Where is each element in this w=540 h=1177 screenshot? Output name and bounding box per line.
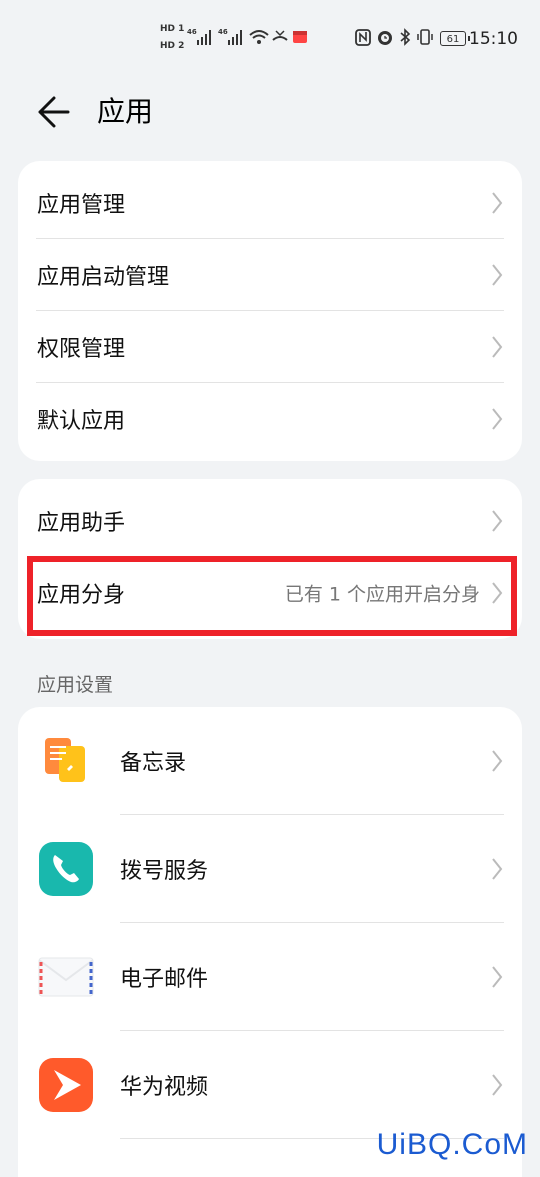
app-management-item[interactable]: 应用管理 (18, 167, 522, 239)
phone-icon (39, 842, 93, 896)
video-icon (39, 1058, 93, 1112)
watermark: UiBQ.CoM (376, 1128, 528, 1161)
alarm-icon (378, 31, 392, 45)
back-arrow-icon (38, 96, 70, 128)
item-label: 权限管理 (37, 337, 126, 362)
app-label: 拨号服务 (120, 859, 209, 884)
highlight-box (27, 556, 517, 636)
chevron-right-icon (492, 1074, 503, 1096)
status-time: 15:10 (469, 29, 518, 49)
chevron-right-icon (492, 408, 503, 430)
mail-icon (38, 957, 94, 997)
battery-indicator: 61 (440, 31, 470, 46)
app-label: 华为视频 (120, 1075, 209, 1100)
app-label: 电子邮件 (120, 967, 209, 992)
nfc-icon (355, 29, 371, 46)
app-item-email[interactable]: 电子邮件 (18, 923, 522, 1031)
app-settings-card: 备忘录 拨号服务 电子邮件 华为视频 (18, 707, 522, 1177)
chevron-right-icon (492, 264, 503, 286)
back-button[interactable] (32, 88, 76, 132)
app-assistant-item[interactable]: 应用助手 (18, 485, 522, 557)
chevron-right-icon (492, 336, 503, 358)
app-item-dialer[interactable]: 拨号服务 (18, 815, 522, 923)
chevron-right-icon (492, 966, 503, 988)
chevron-right-icon (492, 510, 503, 532)
app-item-notes[interactable]: 备忘录 (18, 707, 522, 815)
sim1-label: HD 1 (160, 24, 185, 34)
signal-icon (228, 30, 242, 45)
sim2-label: HD 2 (160, 41, 185, 51)
chevron-right-icon (492, 750, 503, 772)
app-label: 备忘录 (120, 751, 187, 776)
wifi-icon (249, 30, 269, 44)
app-management-card: 应用管理 应用启动管理 权限管理 默认应用 (18, 161, 522, 461)
signal-icon (197, 30, 211, 45)
item-label: 应用启动管理 (37, 265, 170, 290)
status-bar: HD 1 HD 2 46 46 61 15:10 (0, 0, 540, 78)
item-label: 默认应用 (37, 409, 126, 434)
page-title: 应用 (97, 95, 154, 128)
chevron-right-icon (492, 192, 503, 214)
app-item-video[interactable]: 华为视频 (18, 1031, 522, 1139)
item-label: 应用助手 (37, 511, 126, 536)
page-header: 应用 (0, 80, 540, 140)
vibrate-icon (417, 29, 433, 45)
notes-icon (45, 738, 85, 782)
section-title: 应用设置 (37, 674, 114, 696)
chevron-right-icon (492, 858, 503, 880)
missed-call-icon (272, 30, 288, 41)
app-launch-management-item[interactable]: 应用启动管理 (18, 239, 522, 311)
bluetooth-icon (400, 28, 411, 46)
permission-management-item[interactable]: 权限管理 (18, 311, 522, 383)
notification-app-icon (293, 31, 307, 43)
item-label: 应用管理 (37, 193, 126, 218)
default-apps-item[interactable]: 默认应用 (18, 383, 522, 455)
